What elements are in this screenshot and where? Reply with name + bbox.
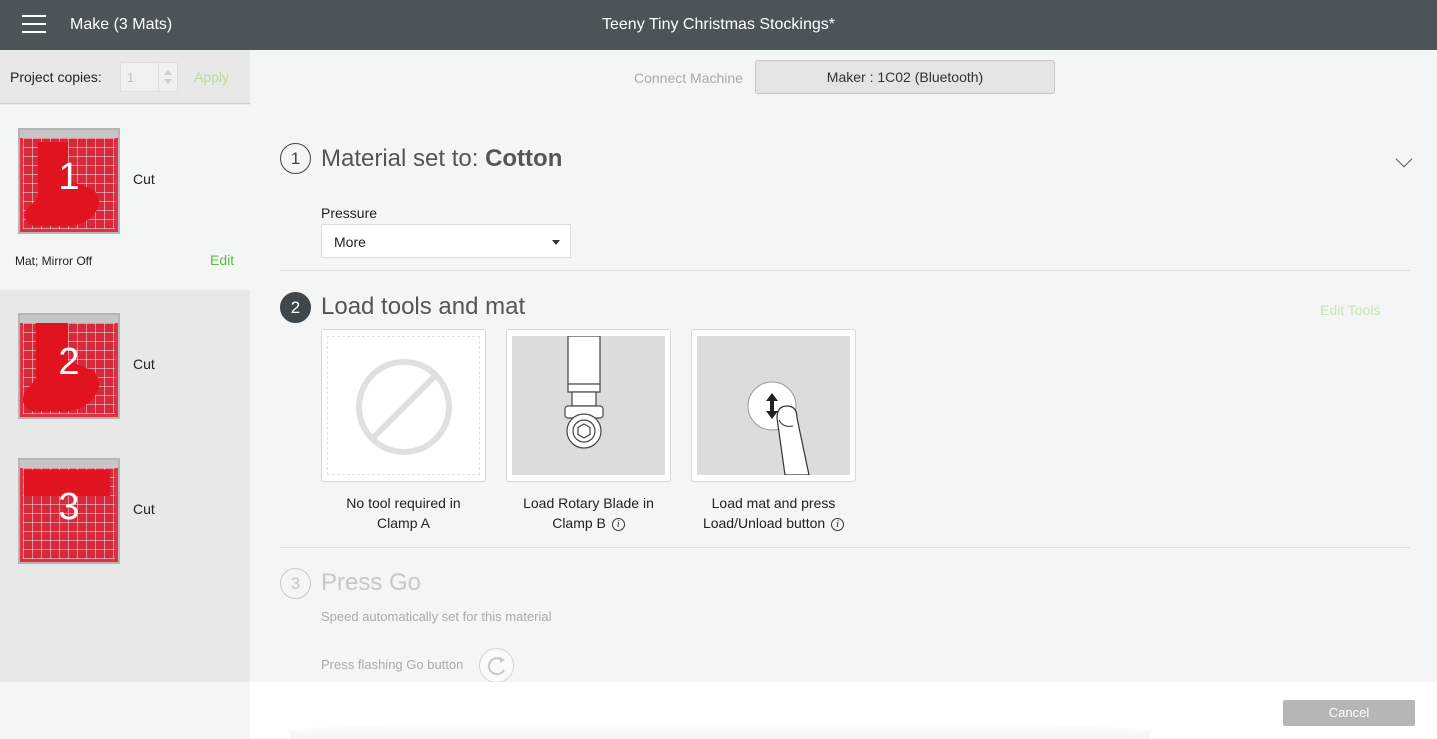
material-label: Material set to: <box>321 145 486 172</box>
mat-item[interactable]: 1 Cut Mat; Mirror Off Edit <box>0 105 250 290</box>
tool-caption-line: Load Rotary Blade in <box>523 495 654 511</box>
rotary-blade-icon <box>512 335 665 475</box>
tool-card-clamp-b <box>506 329 671 482</box>
rotary-blade-svg <box>564 335 604 449</box>
tool-card-load-mat <box>691 329 856 482</box>
mat-action: Cut <box>133 171 155 187</box>
menu-icon[interactable] <box>22 15 48 35</box>
go-instruction-text: Press flashing Go button <box>321 657 464 672</box>
stepper-down-icon[interactable] <box>164 79 172 84</box>
mat-action: Cut <box>133 501 155 517</box>
step-1-number: 1 <box>280 143 311 174</box>
connect-machine-label: Connect Machine <box>634 70 743 86</box>
pressure-label: Pressure <box>321 205 378 221</box>
tool-card-clamp-a <box>321 329 486 482</box>
tool-caption-clamp-a: No tool required in Clamp A <box>321 493 486 533</box>
step-2-title: Load tools and mat <box>321 293 526 320</box>
make-title: Make (3 Mats) <box>70 16 173 33</box>
tool-caption-clamp-b: Load Rotary Blade in Clamp B i <box>506 493 671 533</box>
machine-select-button[interactable]: Maker : 1C02 (Bluetooth) <box>755 60 1055 94</box>
mat-sidebar: Project copies: Apply 1 Cut Mat; Mirror … <box>0 50 250 682</box>
no-tool-icon <box>327 336 480 475</box>
step-2-number: 2 <box>280 292 311 323</box>
pressure-select[interactable]: More <box>321 224 571 258</box>
tool-caption-line: Clamp B i <box>506 513 671 533</box>
mat-number: 1 <box>58 156 80 198</box>
apply-button[interactable]: Apply <box>194 69 229 85</box>
caret-down-icon <box>552 240 560 245</box>
material-value: Cotton <box>485 145 563 172</box>
mat-edit-button[interactable]: Edit <box>210 252 234 268</box>
edit-tools-link[interactable]: Edit Tools <box>1320 302 1380 318</box>
bottom-left-panel <box>0 682 250 739</box>
project-copies-label: Project copies: <box>10 69 102 85</box>
project-copies-row: Project copies: Apply <box>0 50 250 104</box>
load-unload-svg <box>747 381 810 476</box>
mat-number: 3 <box>58 486 80 528</box>
tool-caption-line: Load mat and press <box>711 495 836 511</box>
go-button-icon <box>479 648 514 683</box>
go-symbol-svg <box>487 657 505 676</box>
tool-caption-text: Clamp B <box>552 515 606 531</box>
chevron-down-icon[interactable] <box>1395 150 1413 168</box>
info-icon[interactable]: i <box>831 517 845 531</box>
pressure-value: More <box>334 234 366 250</box>
divider <box>280 270 1410 271</box>
load-unload-icon <box>697 336 850 476</box>
bottom-shadow <box>290 722 1150 739</box>
main-panel: Connect Machine Maker : 1C02 (Bluetooth)… <box>250 50 1437 683</box>
mat-item[interactable]: 3 Cut <box>0 435 250 580</box>
bottom-bar: Cancel <box>0 682 1437 739</box>
no-tool-svg <box>356 359 452 455</box>
speed-info-text: Speed automatically set for this materia… <box>321 609 552 624</box>
mat-mirror-status: Mat; Mirror Off <box>15 254 93 268</box>
divider <box>280 547 1410 548</box>
mat-thumbnail[interactable]: 1 <box>18 128 120 234</box>
step-3-title: Press Go <box>321 569 422 596</box>
stepper-up-icon[interactable] <box>164 70 172 75</box>
tool-caption-load-mat: Load mat and press Load/Unload button i <box>691 493 856 533</box>
top-bar: Make (3 Mats) Teeny Tiny Christmas Stock… <box>0 0 1437 50</box>
mat-action: Cut <box>133 356 155 372</box>
tool-caption-line: Load/Unload button i <box>691 513 856 533</box>
mat-thumbnail[interactable]: 2 <box>18 313 120 419</box>
step-1-title: Material set to: Cotton <box>321 145 562 173</box>
tool-caption-text: Load/Unload button <box>702 515 826 531</box>
tool-caption-line: Clamp A <box>377 515 430 531</box>
mat-item[interactable]: 2 Cut <box>0 290 250 435</box>
mat-thumbnail[interactable]: 3 <box>18 458 120 564</box>
mat-number: 2 <box>58 341 80 383</box>
info-icon[interactable]: i <box>611 517 625 531</box>
cancel-button[interactable]: Cancel <box>1283 700 1415 726</box>
step-3-number: 3 <box>280 568 311 599</box>
project-title: Teeny Tiny Christmas Stockings* <box>602 16 835 33</box>
tool-caption-line: No tool required in <box>346 495 461 511</box>
copies-stepper[interactable] <box>158 63 177 91</box>
